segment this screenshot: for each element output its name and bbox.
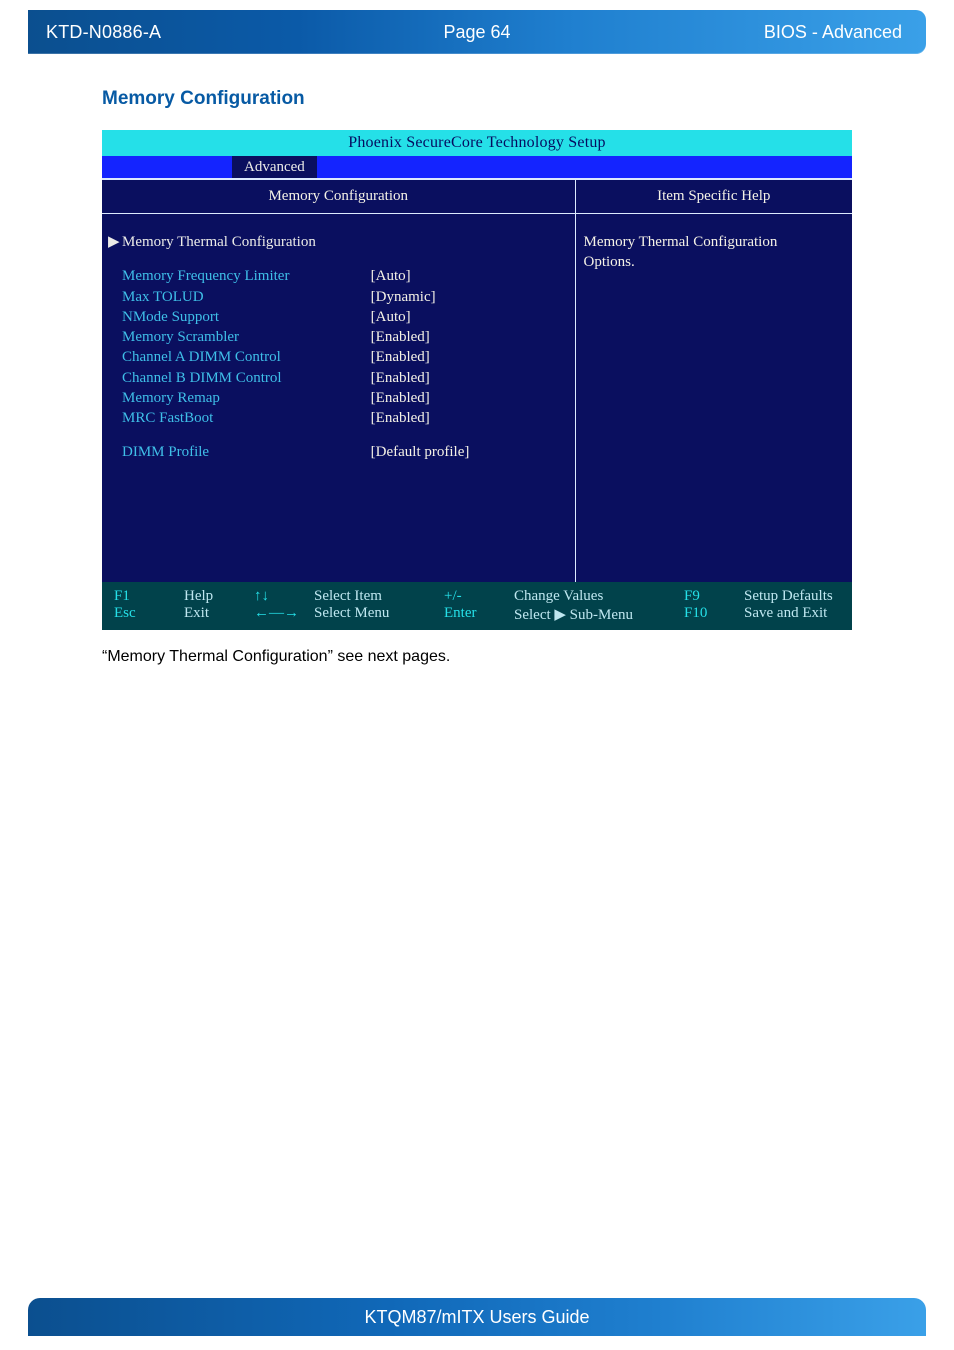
help-line: Options. xyxy=(584,252,845,272)
bios-tab-bar: Advanced xyxy=(102,156,852,178)
spacer xyxy=(108,252,569,266)
setting-value: [Enabled] xyxy=(371,347,569,367)
spacer xyxy=(108,428,569,442)
setting-label: DIMM Profile xyxy=(108,442,371,462)
page-number: Page 64 xyxy=(443,22,510,43)
setting-nmode-support[interactable]: NMode Support [Auto] xyxy=(108,307,569,327)
legend-text-exit: Exit xyxy=(184,605,209,622)
legend-key-f9: F9 xyxy=(684,588,700,605)
setting-value: [Enabled] xyxy=(371,408,569,428)
section-title: Memory Configuration xyxy=(0,54,954,130)
setting-value: [Dynamic] xyxy=(371,287,569,307)
setting-label: Channel B DIMM Control xyxy=(108,368,371,388)
setting-value: [Auto] xyxy=(371,307,569,327)
setting-memory-remap[interactable]: Memory Remap [Enabled] xyxy=(108,388,569,408)
setting-value: [Enabled] xyxy=(371,388,569,408)
figure-caption: “Memory Thermal Configuration” see next … xyxy=(0,630,954,666)
bios-panel-title-left: Memory Configuration xyxy=(102,178,575,214)
legend-key-leftright: ←—→ xyxy=(254,605,299,622)
setting-value: [Default profile] xyxy=(371,442,569,462)
doc-section: BIOS - Advanced xyxy=(764,22,902,43)
legend-key-updown: ↑↓ xyxy=(254,588,269,605)
bios-screenshot: Phoenix SecureCore Technology Setup Adva… xyxy=(102,130,852,630)
doc-id: KTD-N0886-A xyxy=(46,22,161,43)
setting-value: [Auto] xyxy=(371,266,569,286)
help-line: Memory Thermal Configuration xyxy=(584,232,845,252)
legend-text-select-item: Select Item xyxy=(314,588,382,605)
setting-channel-b-dimm-control[interactable]: Channel B DIMM Control [Enabled] xyxy=(108,368,569,388)
setting-label: Channel A DIMM Control xyxy=(108,347,371,367)
submenu-memory-thermal-configuration[interactable]: ▶ Memory Thermal Configuration xyxy=(108,232,569,252)
legend-key-f10: F10 xyxy=(684,605,707,622)
doc-header-bar: KTD-N0886-A Page 64 BIOS - Advanced xyxy=(28,10,926,54)
legend-key-f1: F1 xyxy=(114,588,130,605)
setting-max-tolud[interactable]: Max TOLUD [Dynamic] xyxy=(108,287,569,307)
setting-value: [Enabled] xyxy=(371,368,569,388)
legend-text-setup-defaults: Setup Defaults xyxy=(744,588,833,605)
setting-label: Memory Remap xyxy=(108,388,371,408)
setting-label: NMode Support xyxy=(108,307,371,327)
legend-key-plusminus: +/- xyxy=(444,588,462,605)
bios-key-legend: F1 Help ↑↓ Select Item +/- Change Values… xyxy=(102,582,852,630)
setting-label: Max TOLUD xyxy=(108,287,371,307)
setting-memory-scrambler[interactable]: Memory Scrambler [Enabled] xyxy=(108,327,569,347)
setting-channel-a-dimm-control[interactable]: Channel A DIMM Control [Enabled] xyxy=(108,347,569,367)
legend-key-esc: Esc xyxy=(114,605,136,622)
setting-mrc-fastboot[interactable]: MRC FastBoot [Enabled] xyxy=(108,408,569,428)
doc-footer-bar: KTQM87/mITX Users Guide xyxy=(28,1298,926,1336)
setting-dimm-profile[interactable]: DIMM Profile [Default profile] xyxy=(108,442,569,462)
triangle-right-icon: ▶ xyxy=(108,232,122,252)
legend-text-select-menu: Select Menu xyxy=(314,605,389,622)
legend-key-enter: Enter xyxy=(444,605,476,622)
setting-label: Memory Frequency Limiter xyxy=(108,266,371,286)
legend-text-help: Help xyxy=(184,588,213,605)
bios-setup-title: Phoenix SecureCore Technology Setup xyxy=(102,130,852,156)
footer-title: KTQM87/mITX Users Guide xyxy=(364,1307,589,1328)
setting-value: [Enabled] xyxy=(371,327,569,347)
legend-text-change-values: Change Values xyxy=(514,588,603,605)
setting-memory-frequency-limiter[interactable]: Memory Frequency Limiter [Auto] xyxy=(108,266,569,286)
legend-text-save-and-exit: Save and Exit xyxy=(744,605,827,622)
submenu-label: Memory Thermal Configuration xyxy=(122,232,316,252)
tab-advanced[interactable]: Advanced xyxy=(232,156,317,178)
bios-panel-title-right: Item Specific Help xyxy=(576,178,853,214)
setting-label: MRC FastBoot xyxy=(108,408,371,428)
legend-text-select-submenu: Select ▶ Sub-Menu xyxy=(514,605,633,624)
setting-label: Memory Scrambler xyxy=(108,327,371,347)
item-specific-help: Memory Thermal Configuration Options. xyxy=(576,214,853,273)
